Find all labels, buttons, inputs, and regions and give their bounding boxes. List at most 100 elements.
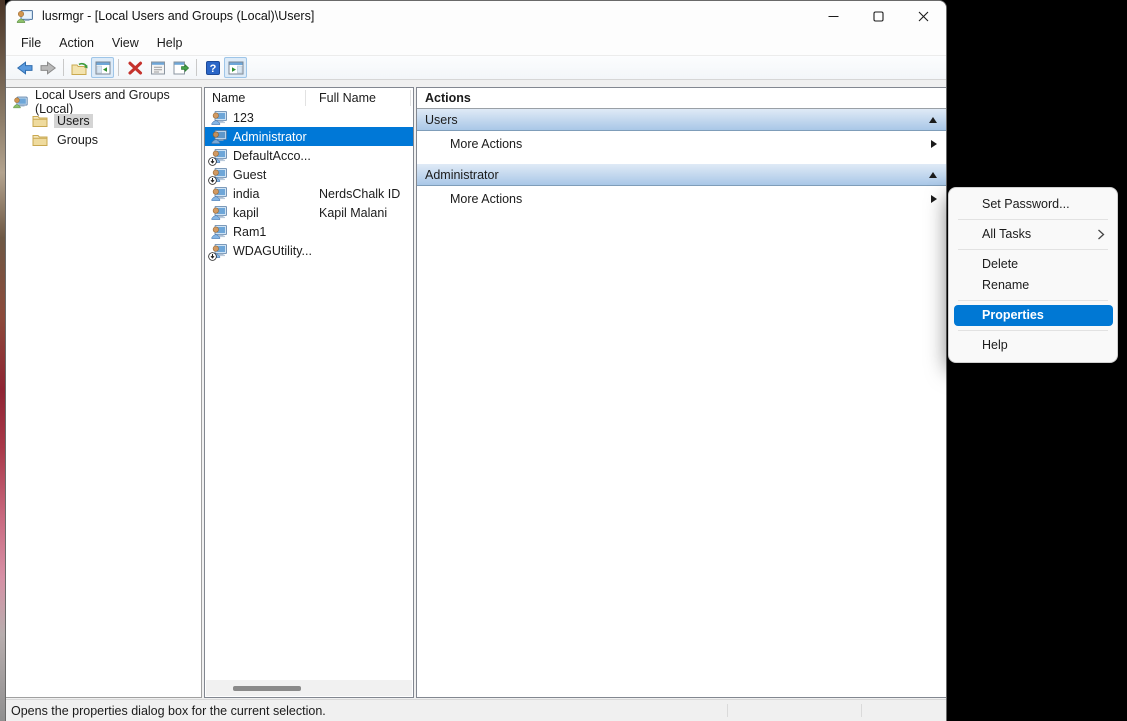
user-disabled-icon [208, 167, 227, 185]
forward-icon[interactable] [36, 57, 59, 78]
menu-item-all-tasks[interactable]: All Tasks [949, 224, 1117, 245]
sidebar-item-label: Users [54, 114, 93, 128]
user-name: DefaultAcco... [233, 148, 311, 163]
menu-separator [958, 330, 1108, 331]
window-controls [811, 1, 946, 31]
back-icon[interactable] [13, 57, 36, 78]
menu-separator [958, 249, 1108, 250]
table-row[interactable]: kapil Kapil Malani [205, 203, 413, 222]
user-name: 123 [233, 110, 254, 125]
disabled-badge-icon [208, 251, 217, 261]
menu-item-rename[interactable]: Rename [949, 275, 1117, 296]
table-row[interactable]: Ram1 [205, 222, 413, 241]
table-row[interactable]: WDAGUtility... [205, 241, 413, 261]
user-disabled-icon [208, 243, 227, 261]
section-header-label: Users [425, 112, 458, 127]
lusrmgr-window: lusrmgr - [Local Users and Groups (Local… [5, 0, 947, 721]
menu-help[interactable]: Help [148, 33, 192, 53]
menu-item-label: Help [982, 338, 1008, 352]
menu-item-label: Delete [982, 257, 1019, 271]
scrollbar-thumb[interactable] [233, 686, 301, 691]
menubar: File Action View Help [6, 31, 946, 55]
menu-item-label: All Tasks [982, 227, 1032, 241]
users-list-pane: Name Full Name 123 Administrator Default… [204, 87, 414, 698]
desktop: { "titlebar": { "title": "lusrmgr - [Loc… [0, 0, 1127, 721]
more-actions-label: More Actions [450, 137, 523, 151]
status-text: Opens the properties dialog box for the … [11, 703, 326, 718]
properties-icon[interactable] [146, 57, 169, 78]
maximize-icon[interactable] [856, 1, 901, 31]
table-row-selected[interactable]: Administrator [205, 127, 413, 146]
actions-section-users: Users More Actions [417, 109, 946, 157]
menu-separator [958, 300, 1108, 301]
column-divider[interactable] [410, 90, 411, 106]
user-disabled-icon [208, 148, 227, 166]
menu-file[interactable]: File [12, 33, 50, 53]
menu-item-help[interactable]: Help [949, 335, 1117, 356]
user-name: india [233, 186, 260, 201]
submenu-arrow-icon [931, 140, 937, 148]
more-actions-users[interactable]: More Actions [417, 131, 946, 157]
user-full-name: Kapil Malani [319, 205, 388, 220]
close-icon[interactable] [901, 1, 946, 31]
user-icon [211, 186, 227, 202]
actions-section-header-administrator[interactable]: Administrator [417, 164, 946, 186]
statusbar-divider [727, 704, 728, 717]
chevron-right-icon [1098, 229, 1105, 240]
delete-icon[interactable] [123, 57, 146, 78]
more-actions-label: More Actions [450, 192, 523, 206]
submenu-arrow-icon [931, 195, 937, 203]
user-icon [211, 129, 227, 145]
sidebar-item-label: Groups [57, 133, 98, 147]
window-title: lusrmgr - [Local Users and Groups (Local… [42, 9, 315, 23]
tree-root-label: Local Users and Groups (Local) [35, 87, 170, 116]
folder-icon [32, 135, 48, 146]
sidebar-item-groups[interactable]: Groups [32, 131, 201, 149]
table-row[interactable]: Guest [205, 165, 413, 185]
show-hide-console-tree-icon[interactable] [91, 57, 114, 78]
column-header-full-name[interactable]: Full Name [305, 91, 376, 105]
computer-users-icon [13, 96, 28, 108]
menu-separator [958, 219, 1108, 220]
actions-pane: Actions Users More Actions Administrator [416, 87, 946, 698]
table-row[interactable]: 123 [205, 108, 413, 127]
content-area: Local Users and Groups (Local) Users Gro… [6, 80, 946, 699]
actions-section-administrator: Administrator More Actions [417, 164, 946, 212]
collapse-icon[interactable] [929, 171, 937, 178]
menu-item-properties[interactable]: Properties [954, 305, 1113, 326]
minimize-icon[interactable] [811, 1, 856, 31]
menu-item-set-password[interactable]: Set Password... [949, 194, 1117, 215]
help-icon[interactable]: ? [201, 57, 224, 78]
user-icon [211, 205, 227, 221]
up-one-level-icon[interactable] [68, 57, 91, 78]
status-bar: Opens the properties dialog box for the … [6, 699, 946, 721]
list-header: Name Full Name [205, 88, 413, 108]
menu-item-delete[interactable]: Delete [949, 254, 1117, 275]
tree-root-local-users-and-groups[interactable]: Local Users and Groups (Local) [6, 88, 201, 116]
table-row[interactable]: india NerdsChalk ID [205, 184, 413, 203]
menu-view[interactable]: View [103, 33, 148, 53]
more-actions-administrator[interactable]: More Actions [417, 186, 946, 212]
menu-item-label: Set Password... [982, 197, 1070, 211]
user-full-name: NerdsChalk ID [319, 186, 401, 201]
toolbar-separator [196, 59, 197, 76]
show-hide-action-pane-icon[interactable] [224, 57, 247, 78]
titlebar: lusrmgr - [Local Users and Groups (Local… [6, 1, 946, 31]
table-row[interactable]: DefaultAcco... [205, 146, 413, 166]
menu-action[interactable]: Action [50, 33, 103, 53]
toolbar-separator [63, 59, 64, 76]
user-name: Administrator [233, 129, 307, 144]
context-menu: Set Password... All Tasks Delete Rename … [948, 187, 1118, 363]
menu-item-label: Rename [982, 278, 1030, 292]
collapse-icon[interactable] [929, 116, 937, 123]
export-list-icon[interactable] [169, 57, 192, 78]
actions-section-header-users[interactable]: Users [417, 109, 946, 131]
lusrmgr-app-icon [16, 10, 33, 23]
user-name: kapil [233, 205, 259, 220]
horizontal-scrollbar[interactable] [206, 680, 412, 696]
column-header-name[interactable]: Name [205, 91, 305, 105]
section-header-label: Administrator [425, 167, 499, 182]
folder-icon [32, 116, 48, 127]
column-divider[interactable] [305, 90, 306, 106]
